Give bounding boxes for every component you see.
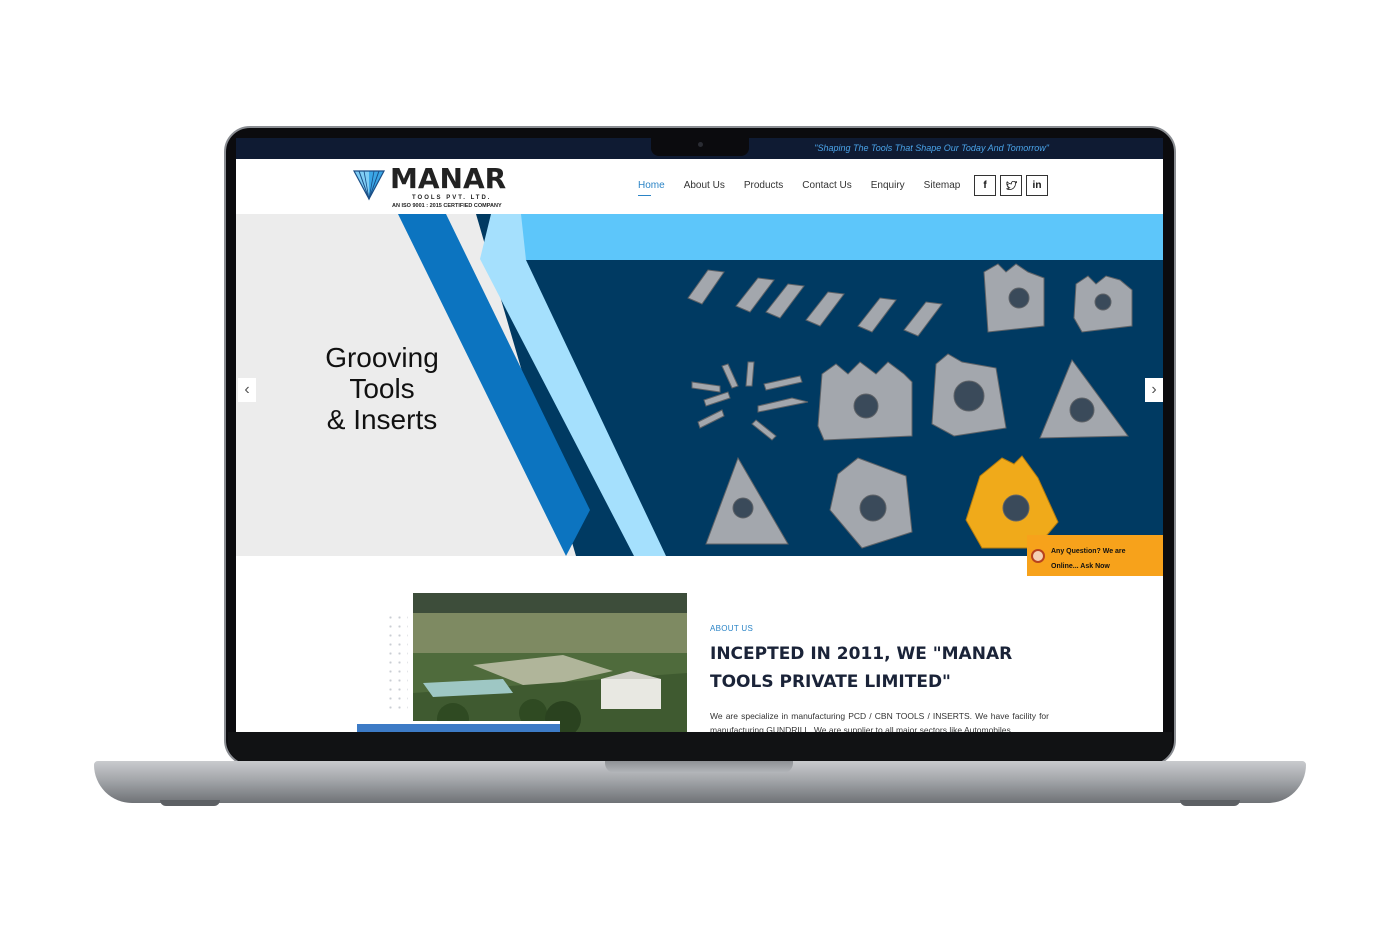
facebook-icon[interactable]: f	[974, 175, 996, 196]
chat-text: Any Question? We are Online... Ask Now	[1051, 544, 1126, 574]
site-header: MANAR TOOLS PVT. LTD. AN ISO 9001 : 2015…	[236, 159, 1163, 214]
about-kicker: ABOUT US	[710, 624, 754, 633]
nav-contact-us[interactable]: Contact Us	[802, 180, 851, 191]
nav-about-us[interactable]: About Us	[684, 180, 725, 191]
logo-subtitle: TOOLS PVT. LTD.	[412, 195, 492, 201]
camera-notch	[651, 138, 749, 156]
browser-screen: "Shaping The Tools That Shape Our Today …	[236, 138, 1163, 732]
laptop-base-notch	[605, 761, 793, 773]
diamond-logo-icon	[352, 170, 386, 201]
factory-photo	[413, 593, 687, 732]
twitter-icon[interactable]	[1000, 175, 1022, 196]
laptop-chin	[228, 732, 1172, 762]
chat-agent-avatar-icon	[1031, 549, 1045, 563]
about-text: We are specialize in manufacturing PCD /…	[710, 711, 1049, 732]
nav-products[interactable]: Products	[744, 180, 783, 191]
tagline: "Shaping The Tools That Shape Our Today …	[814, 143, 1049, 153]
accent-block	[357, 721, 560, 732]
nav-enquiry[interactable]: Enquiry	[871, 180, 905, 191]
nav-home[interactable]: Home	[638, 180, 665, 196]
chat-line-1: Any Question? We are	[1051, 548, 1126, 555]
hero-slider: Grooving Tools & Inserts ‹ ›	[236, 214, 1163, 556]
hero-light-band	[506, 214, 1163, 260]
camera-icon	[698, 142, 703, 147]
hero-title-line: & Inserts	[326, 404, 438, 435]
decorative-dots	[386, 613, 408, 713]
laptop-foot	[1180, 800, 1240, 806]
about-heading: INCEPTED IN 2011, WE "MANAR TOOLS PRIVAT…	[710, 644, 1013, 692]
chevron-left-icon: ‹	[244, 381, 250, 398]
site-logo[interactable]: MANAR TOOLS PVT. LTD. AN ISO 9001 : 2015…	[352, 162, 524, 211]
main-nav: Home About Us Products Contact Us Enquir…	[638, 180, 979, 196]
chat-line-2: Online... Ask Now	[1051, 563, 1110, 570]
slider-next-button[interactable]: ›	[1145, 378, 1163, 402]
chat-widget[interactable]: Any Question? We are Online... Ask Now	[1027, 535, 1163, 576]
logo-wordmark: MANAR	[390, 162, 507, 195]
factory-photo-image	[413, 593, 687, 732]
hero-title: Grooving Tools & Inserts	[302, 342, 462, 435]
hero-title-line: Grooving	[325, 342, 439, 373]
logo-certification: AN ISO 9001 : 2015 CERTIFIED COMPANY	[392, 203, 502, 209]
laptop-foot	[160, 800, 220, 806]
twitter-bird-icon	[1005, 180, 1017, 190]
nav-sitemap[interactable]: Sitemap	[924, 180, 961, 191]
slider-prev-button[interactable]: ‹	[238, 378, 256, 402]
linkedin-icon[interactable]: in	[1026, 175, 1048, 196]
chevron-right-icon: ›	[1151, 381, 1157, 398]
hero-title-line: Tools	[349, 373, 415, 404]
